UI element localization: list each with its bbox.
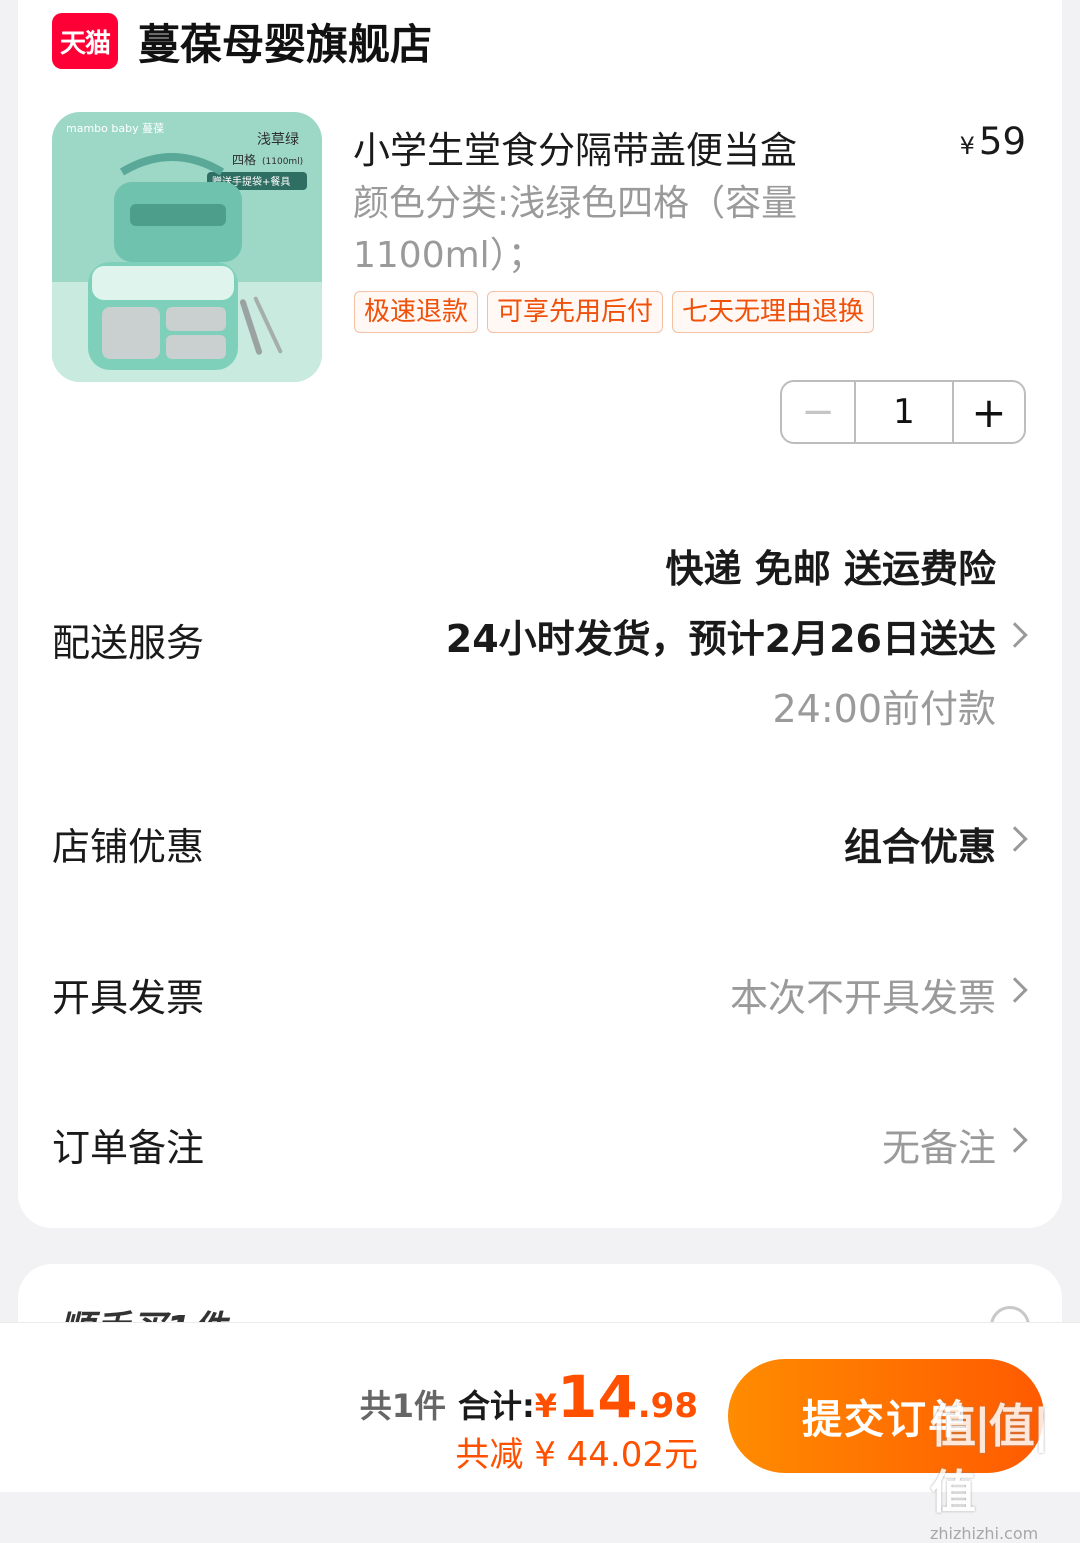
watermark-logo: 值|值|值 xyxy=(930,1399,1050,1519)
watermark-url: zhizhizhi.com xyxy=(930,1524,1039,1543)
tag-fast-refund: 极速退款 xyxy=(354,291,479,333)
image-spec-text: 四格 xyxy=(232,152,256,167)
tag-pay-later: 可享先用后付 xyxy=(487,291,664,333)
invoice-value: 本次不开具发票 xyxy=(729,976,996,1020)
decrease-button[interactable]: − xyxy=(782,382,856,442)
quantity-stepper[interactable]: − 1 + xyxy=(780,380,1026,444)
delivery-eta: 24小时发货，预计2月26日送达 xyxy=(445,617,996,661)
product-title[interactable]: 小学生堂食分隔带盖便当盒 xyxy=(353,120,797,174)
delivery-label: 配送服务 xyxy=(52,621,205,665)
chevron-right-icon xyxy=(1002,977,1028,1003)
store-header[interactable]: 天猫 蔓葆母婴旗舰店 xyxy=(52,6,432,76)
image-capacity-text: (1100ml) xyxy=(262,157,303,167)
tag-seven-day-return: 七天无理由退换 xyxy=(672,291,875,333)
increase-button[interactable]: + xyxy=(952,382,1024,442)
sku-line: 1100ml）； xyxy=(353,235,544,276)
invoice-label: 开具发票 xyxy=(52,976,205,1020)
order-note-label: 订单备注 xyxy=(52,1126,205,1170)
discount-total: 共减 ¥ 44.02元 xyxy=(455,1435,698,1475)
product-image[interactable]: mambo baby 蔓葆 浅草绿 四格 (1100ml) 赠送手提袋+餐具 xyxy=(52,112,322,382)
service-tags: 极速退款 可享先用后付 七天无理由退换 xyxy=(354,291,875,333)
item-count: 共1件 xyxy=(359,1387,446,1425)
product-sku[interactable]: 颜色分类:浅绿色四格（容量 1100ml）； xyxy=(353,178,893,282)
total-currency: ¥ xyxy=(534,1387,558,1425)
delivery-shipping: 快递 免邮 送运费险 xyxy=(665,547,996,591)
chevron-right-icon xyxy=(1002,826,1028,852)
total-decimal: .98 xyxy=(637,1386,698,1426)
image-color-text: 浅草绿 xyxy=(257,132,299,148)
shop-discount-value: 组合优惠 xyxy=(843,825,996,869)
tmall-logo: 天猫 xyxy=(52,13,118,69)
chevron-right-icon xyxy=(1002,622,1028,648)
watermark: 值|值|值 zhizhizhi.com xyxy=(930,1390,1080,1543)
price-value: 59 xyxy=(978,120,1026,163)
order-note-value: 无备注 xyxy=(881,1126,996,1170)
sku-line: 颜色分类:浅绿色四格（容量 xyxy=(353,183,798,224)
total-summary: 共1件 合计: ¥14.98 xyxy=(360,1363,698,1431)
total-price: ¥14.98 xyxy=(535,1363,698,1431)
quantity-input[interactable]: 1 xyxy=(856,382,952,442)
total-integer: 14 xyxy=(557,1363,638,1431)
product-price: ¥59 xyxy=(960,120,1026,163)
order-card: 天猫 蔓葆母婴旗舰店 mambo baby 蔓葆 浅草绿 四格 (1100ml)… xyxy=(18,0,1062,1228)
price-currency: ¥ xyxy=(959,132,975,160)
shop-discount-label: 店铺优惠 xyxy=(52,825,205,869)
chevron-right-icon xyxy=(1002,1127,1028,1153)
total-label: 合计: xyxy=(457,1387,535,1425)
delivery-pay-deadline: 24:00前付款 xyxy=(772,687,996,731)
brand-text: mambo baby 蔓葆 xyxy=(66,121,164,135)
checkout-bar: 共1件 合计: ¥14.98 共减 ¥ 44.02元 提交订单 xyxy=(0,1322,1080,1492)
store-name[interactable]: 蔓葆母婴旗舰店 xyxy=(138,11,432,72)
